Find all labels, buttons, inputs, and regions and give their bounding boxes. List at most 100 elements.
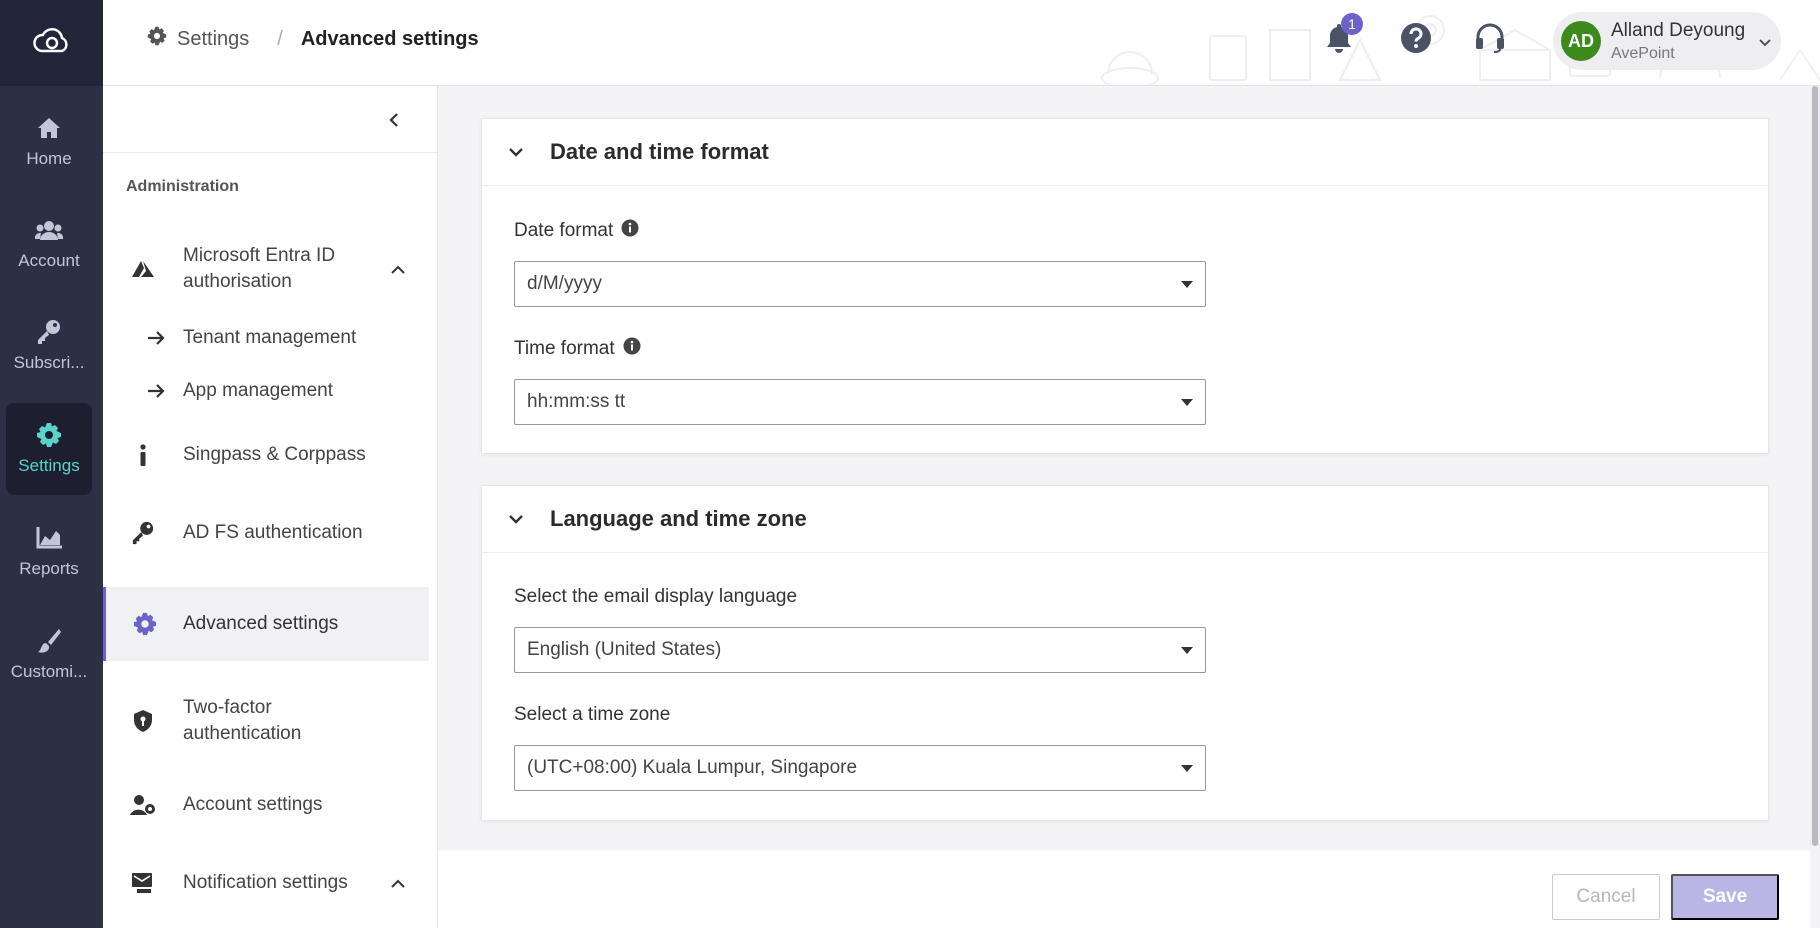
select-value: d/M/yyyy	[527, 273, 602, 294]
rail-item-reports[interactable]: Reports	[6, 506, 92, 598]
home-icon	[37, 115, 61, 141]
chevron-up-icon	[391, 872, 405, 894]
app-logo[interactable]	[0, 0, 103, 86]
nav-item-label: Advanced settings	[183, 613, 339, 634]
gear-icon	[106, 612, 183, 636]
nav-item-label: Two-factor authentication	[183, 697, 302, 744]
field-label-text: Select the email display language	[514, 586, 798, 607]
breadcrumb-separator: /	[277, 27, 283, 50]
select-value: (UTC+08:00) Kuala Lumpur, Singapore	[527, 757, 858, 778]
info-icon	[103, 444, 183, 466]
rail-item-settings[interactable]: Settings	[6, 403, 92, 495]
users-icon	[35, 217, 63, 243]
rail-item-home[interactable]: Home	[6, 96, 92, 188]
caret-down-icon	[1181, 765, 1193, 772]
notification-icon	[103, 872, 183, 894]
chevron-down-icon	[1759, 34, 1771, 52]
avatar: AD	[1561, 21, 1601, 61]
settings-nav: Administration Microsoft Entra ID author…	[103, 86, 438, 928]
help-button[interactable]	[1396, 20, 1436, 60]
caret-down-icon	[1181, 399, 1193, 406]
entra-icon	[103, 260, 183, 278]
card-title: Language and time zone	[550, 506, 807, 531]
nav-item-notification-settings[interactable]: Notification settings	[103, 862, 429, 904]
time-zone-label: Select a time zone	[514, 704, 670, 726]
gear-icon	[147, 26, 167, 52]
nav-item-account-settings[interactable]: Account settings	[103, 784, 429, 826]
nav-item-label: Tenant management	[183, 327, 357, 348]
field-label-text: Date format	[514, 220, 614, 241]
arrow-right-icon	[103, 331, 183, 345]
date-format-select[interactable]: d/M/yyyy	[514, 261, 1206, 307]
rail-item-label: Subscri...	[13, 353, 85, 372]
nav-item-entra-id[interactable]: Microsoft Entra ID authorisation	[103, 234, 429, 304]
field-label-text: Time format	[514, 338, 615, 359]
key-icon	[36, 319, 62, 345]
nav-item-app-management[interactable]: App management	[103, 371, 429, 411]
nav-item-advanced-settings[interactable]: Advanced settings	[103, 587, 429, 661]
date-format-label: Date format	[514, 219, 639, 243]
cancel-button[interactable]: Cancel	[1552, 874, 1660, 920]
rail-item-customization[interactable]: Customi...	[6, 609, 92, 701]
main-content: Date and time format Date format d/M/yyy…	[438, 86, 1810, 846]
rail-item-subscriptions[interactable]: Subscri...	[6, 300, 92, 392]
user-org: AvePoint	[1611, 44, 1675, 62]
rail-item-label: Home	[26, 149, 72, 168]
rail-item-label: Account	[18, 251, 80, 270]
notification-count-badge: 1	[1341, 13, 1363, 35]
nav-item-singpass[interactable]: Singpass & Corppass	[103, 434, 429, 476]
chevron-up-icon	[391, 258, 405, 280]
caret-down-icon	[1181, 281, 1193, 288]
support-button[interactable]	[1470, 20, 1510, 60]
nav-item-adfs[interactable]: AD FS authentication	[103, 512, 429, 554]
rail-item-account[interactable]: Account	[6, 198, 92, 290]
breadcrumb-current: Advanced settings	[300, 27, 479, 50]
info-circle-icon[interactable]	[621, 219, 639, 243]
time-format-label: Time format	[514, 337, 641, 361]
rail-item-label: Settings	[18, 456, 80, 475]
nav-item-two-factor[interactable]: Two-factor authentication	[103, 686, 429, 756]
nav-item-label: App management	[183, 380, 333, 401]
headset-icon	[1474, 23, 1506, 58]
arrow-right-icon	[103, 384, 183, 398]
time-zone-select[interactable]: (UTC+08:00) Kuala Lumpur, Singapore	[514, 745, 1206, 791]
nav-item-label: Notification settings	[183, 872, 348, 893]
user-name: Alland Deyoung	[1611, 19, 1746, 41]
user-gear-icon	[103, 794, 183, 816]
collapse-nav-button[interactable]	[389, 112, 399, 133]
cloud-logo-icon	[32, 25, 72, 62]
nav-item-label: Account settings	[183, 794, 323, 815]
main-scrollbar[interactable]	[1810, 86, 1820, 846]
date-time-format-card: Date and time format Date format d/M/yyy…	[481, 118, 1769, 454]
nav-item-label: Singpass & Corppass	[183, 444, 366, 465]
email-language-select[interactable]: English (United States)	[514, 627, 1206, 673]
help-icon	[1400, 22, 1432, 59]
top-header: Settings / Advanced settings 1 AD Alland…	[103, 0, 1820, 86]
user-menu[interactable]: AD Alland Deyoung AvePoint	[1553, 12, 1781, 70]
brush-icon	[37, 628, 61, 654]
section-label-administration: Administration	[126, 178, 239, 195]
date-time-format-header[interactable]: Date and time format	[482, 119, 1768, 186]
nav-item-label: AD FS authentication	[183, 522, 363, 543]
divider	[103, 152, 437, 153]
field-label-text: Select a time zone	[514, 704, 671, 725]
breadcrumb-settings-link[interactable]: Settings	[177, 28, 249, 51]
time-format-select[interactable]: hh:mm:ss tt	[514, 379, 1206, 425]
key-icon	[103, 521, 183, 545]
language-time-zone-header[interactable]: Language and time zone	[482, 486, 1768, 553]
save-button[interactable]: Save	[1671, 874, 1779, 920]
chevron-left-icon	[389, 113, 399, 132]
nav-item-tenant-management[interactable]: Tenant management	[103, 318, 429, 358]
breadcrumb: Settings / Advanced settings	[147, 26, 479, 52]
gear-icon	[36, 422, 62, 448]
chart-icon	[36, 525, 62, 551]
nav-item-label: Microsoft Entra ID authorisation	[183, 245, 336, 292]
action-footer: Cancel Save	[438, 850, 1810, 928]
select-value: English (United States)	[527, 639, 722, 660]
info-circle-icon[interactable]	[623, 337, 641, 361]
notifications-button[interactable]: 1	[1319, 13, 1363, 60]
email-language-label: Select the email display language	[514, 586, 797, 608]
chevron-down-icon	[482, 514, 550, 524]
rail-item-label: Reports	[19, 559, 79, 578]
scrollbar-thumb[interactable]	[1812, 86, 1818, 846]
